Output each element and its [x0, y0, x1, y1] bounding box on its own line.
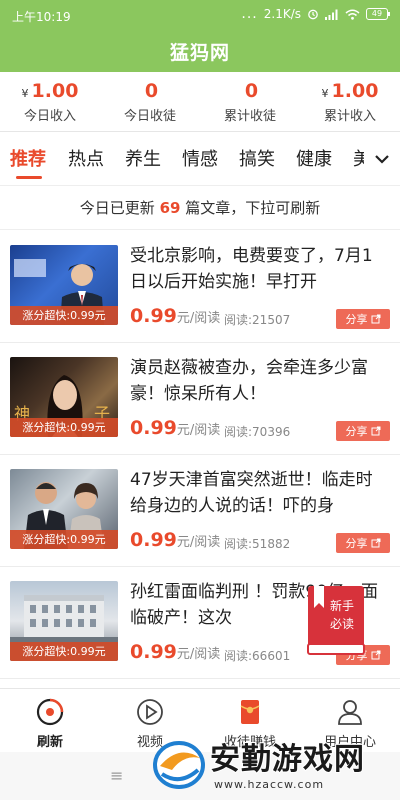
share-button[interactable]: 分享: [336, 421, 390, 441]
article-item[interactable]: 神 子 涨分超快:0.99元 演员赵薇被查办，会牵连多少富豪！惊呆所有人！ 0.…: [0, 343, 400, 455]
tab-funny[interactable]: 搞笑: [239, 145, 275, 171]
stat-label: 今日收徒: [123, 109, 176, 124]
chevron-down-icon: [375, 154, 389, 164]
tab-emotion[interactable]: 情感: [182, 145, 218, 171]
price-unit: 元/阅读: [176, 423, 221, 438]
nav-refresh[interactable]: 刷新: [0, 689, 100, 752]
stat-label: 累计收入: [323, 109, 376, 124]
share-icon: [371, 426, 380, 436]
category-tabs: 推荐 热点 养生 情感 搞笑 健康 美: [0, 132, 400, 186]
stat-value: 0: [244, 80, 259, 102]
currency-symbol: ¥: [21, 87, 29, 100]
menu-icon[interactable]: ≡: [110, 766, 123, 785]
read-count: 阅读:21507: [224, 313, 291, 327]
stat-today-disciples[interactable]: 0 今日收徒: [100, 72, 200, 131]
share-icon: [371, 650, 380, 660]
share-button[interactable]: 分享: [336, 533, 390, 553]
earnings-summary: ¥1.00 今日收入 0 今日收徒 0 累计收徒 ¥1.00 累计收入: [0, 72, 400, 132]
status-bar: 上午10:19 ... 2.1K/s 49: [0, 0, 400, 30]
tab-health[interactable]: 健康: [296, 145, 332, 171]
user-icon: [338, 700, 362, 725]
network-speed: 2.1K/s: [263, 7, 301, 21]
app-screen: 上午10:19 ... 2.1K/s 49 猛犸网 ¥1.00 今日收入 0 今…: [0, 0, 400, 800]
price-unit: 元/阅读: [176, 647, 221, 662]
status-right: ... 2.1K/s 49: [241, 6, 390, 22]
price-unit: 元/阅读: [176, 311, 221, 326]
novice-guide-button[interactable]: 新手 必读: [306, 582, 366, 658]
article-thumbnail[interactable]: 涨分超快:0.99元: [10, 581, 118, 661]
watermark-logo: [153, 741, 205, 789]
nav-label: 刷新: [36, 735, 63, 750]
site-watermark: 安勤游戏网 www.hzaccw.com: [150, 730, 400, 800]
article-price: 0.99元/阅读: [130, 417, 220, 439]
tab-hot[interactable]: 热点: [68, 145, 104, 171]
tab-recommended[interactable]: 推荐: [10, 145, 46, 171]
signal-icon: [325, 9, 338, 20]
stat-label: 累计收徒: [223, 109, 276, 124]
notification-dots: ...: [241, 6, 258, 22]
play-icon: [137, 699, 163, 725]
read-count: 阅读:70396: [224, 425, 291, 439]
article-title[interactable]: 47岁天津首富突然逝世！临走时给身边的人说的话！吓的身: [130, 467, 388, 519]
stat-label: 今日收入: [23, 109, 76, 124]
active-tab-indicator: [16, 176, 42, 179]
share-icon: [371, 538, 380, 548]
stat-today-income[interactable]: ¥1.00 今日收入: [0, 72, 100, 131]
article-title[interactable]: 受北京影响，电费要变了，7月1日以后开始实施！早打开: [130, 243, 388, 295]
alarm-icon: [308, 9, 318, 20]
battery-indicator: 49: [366, 8, 390, 20]
novice-line1: 新手: [330, 598, 354, 613]
price-value: 0.99: [130, 305, 177, 327]
wifi-icon: [345, 9, 360, 20]
share-icon: [371, 314, 380, 324]
article-thumbnail[interactable]: 涨分超快:0.99元: [10, 245, 118, 325]
article-item[interactable]: 涨分超快:0.99元 受北京影响，电费要变了，7月1日以后开始实施！早打开 0.…: [0, 231, 400, 343]
tab-health-care[interactable]: 养生: [125, 145, 161, 171]
stat-total-income[interactable]: ¥1.00 累计收入: [300, 72, 400, 131]
price-unit: 元/阅读: [176, 535, 221, 550]
article-price: 0.99元/阅读: [130, 641, 220, 663]
share-button[interactable]: 分享: [336, 309, 390, 329]
price-value: 0.99: [130, 529, 177, 551]
share-label: 分享: [345, 313, 368, 326]
more-categories-button[interactable]: [364, 132, 400, 185]
notice-count: 69: [159, 199, 181, 217]
book-icon: 新手 必读: [307, 586, 365, 655]
article-thumbnail[interactable]: 涨分超快:0.99元: [10, 469, 118, 549]
update-notice: 今日已更新 69 篇文章，下拉可刷新: [0, 186, 400, 230]
read-count: 阅读:66601: [224, 649, 291, 663]
article-price: 0.99元/阅读: [130, 529, 220, 551]
stat-value: 0: [144, 80, 159, 102]
earn-tag: 涨分超快:0.99元: [10, 418, 118, 437]
novice-line2: 必读: [330, 617, 354, 631]
earn-tag: 涨分超快:0.99元: [10, 306, 118, 325]
article-item[interactable]: 涨分超快:0.99元 47岁天津首富突然逝世！临走时给身边的人说的话！吓的身 0…: [0, 455, 400, 567]
currency-symbol: ¥: [321, 87, 329, 100]
status-time: 上午10:19: [12, 10, 71, 24]
price-value: 0.99: [130, 641, 177, 663]
article-title[interactable]: 演员赵薇被查办，会牵连多少富豪！惊呆所有人！: [130, 355, 388, 407]
article-price: 0.99元/阅读: [130, 305, 220, 327]
red-envelope-icon: [240, 700, 260, 724]
share-label: 分享: [345, 425, 368, 438]
refresh-icon: [36, 698, 64, 726]
app-header: 上午10:19 ... 2.1K/s 49 猛犸网: [0, 0, 400, 72]
price-value: 0.99: [130, 417, 177, 439]
stat-total-disciples[interactable]: 0 累计收徒: [200, 72, 300, 131]
share-label: 分享: [345, 537, 368, 550]
article-thumbnail[interactable]: 神 子 涨分超快:0.99元: [10, 357, 118, 437]
watermark-url: www.hzaccw.com: [214, 778, 325, 791]
read-count: 阅读:51882: [224, 537, 291, 551]
watermark-text: 安勤游戏网: [209, 741, 365, 778]
stat-value: 1.00: [331, 80, 379, 102]
stat-value: 1.00: [31, 80, 79, 102]
app-title: 猛犸网: [169, 42, 230, 64]
earn-tag: 涨分超快:0.99元: [10, 642, 118, 661]
earn-tag: 涨分超快:0.99元: [10, 530, 118, 549]
notice-prefix: 今日已更新: [79, 199, 155, 217]
notice-suffix: 篇文章，下拉可刷新: [185, 199, 321, 217]
